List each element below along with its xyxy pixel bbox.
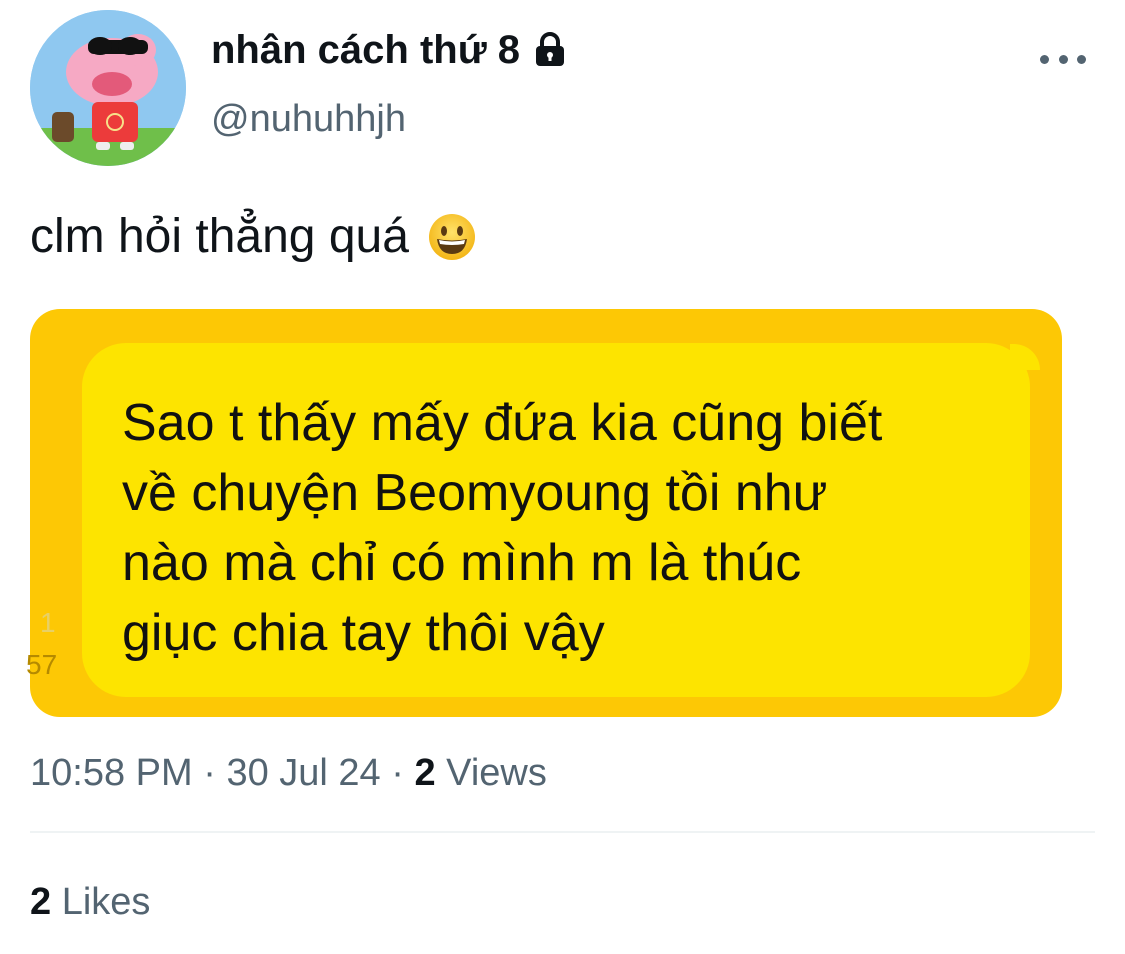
tweet-text: clm hỏi thẳng quá xyxy=(30,210,409,263)
more-dot xyxy=(1058,54,1068,64)
likes-stat[interactable]: 2 Likes xyxy=(30,879,150,925)
meta-separator: · xyxy=(391,752,404,794)
side-number: 1 xyxy=(40,607,56,638)
more-dot xyxy=(1040,54,1049,64)
tweet-date[interactable]: 30 Jul 24 xyxy=(226,752,380,794)
message-line: về chuyện Beomyoung tồi như xyxy=(122,464,828,522)
pig-avatar-icon xyxy=(30,10,186,166)
likes-label: Likes xyxy=(61,881,151,923)
tweet-time[interactable]: 10:58 PM xyxy=(30,752,193,794)
meta-separator: · xyxy=(203,752,216,794)
views-count: 2 xyxy=(414,752,436,794)
author-display-name-row[interactable]: nhân cách thứ 8 xyxy=(211,26,570,74)
grinning-face-icon xyxy=(427,212,477,262)
message-line: giục chia tay thôi vậy xyxy=(122,604,605,662)
tweet-text-row: clm hỏi thẳng quá xyxy=(30,208,477,266)
views-label: Views xyxy=(446,752,547,794)
author-display-name[interactable]: nhân cách thứ 8 xyxy=(211,26,520,74)
divider xyxy=(30,831,1095,833)
lock-icon xyxy=(530,30,570,70)
message-text: Sao t thấy mấy đứa kia cũng biết về chuy… xyxy=(122,388,1002,668)
more-dot xyxy=(1077,54,1086,64)
side-number: 57 xyxy=(26,649,58,680)
author-handle[interactable]: @nuhuhhjh xyxy=(211,96,406,142)
likes-count: 2 xyxy=(30,881,52,923)
more-options-icon[interactable] xyxy=(1040,44,1086,74)
message-line: nào mà chỉ có mình m là thúc xyxy=(122,534,802,592)
tweet-meta: 10:58 PM · 30 Jul 24 · 2 Views xyxy=(30,748,547,798)
message-line: Sao t thấy mấy đứa kia cũng biết xyxy=(122,394,883,452)
avatar[interactable] xyxy=(30,10,186,166)
